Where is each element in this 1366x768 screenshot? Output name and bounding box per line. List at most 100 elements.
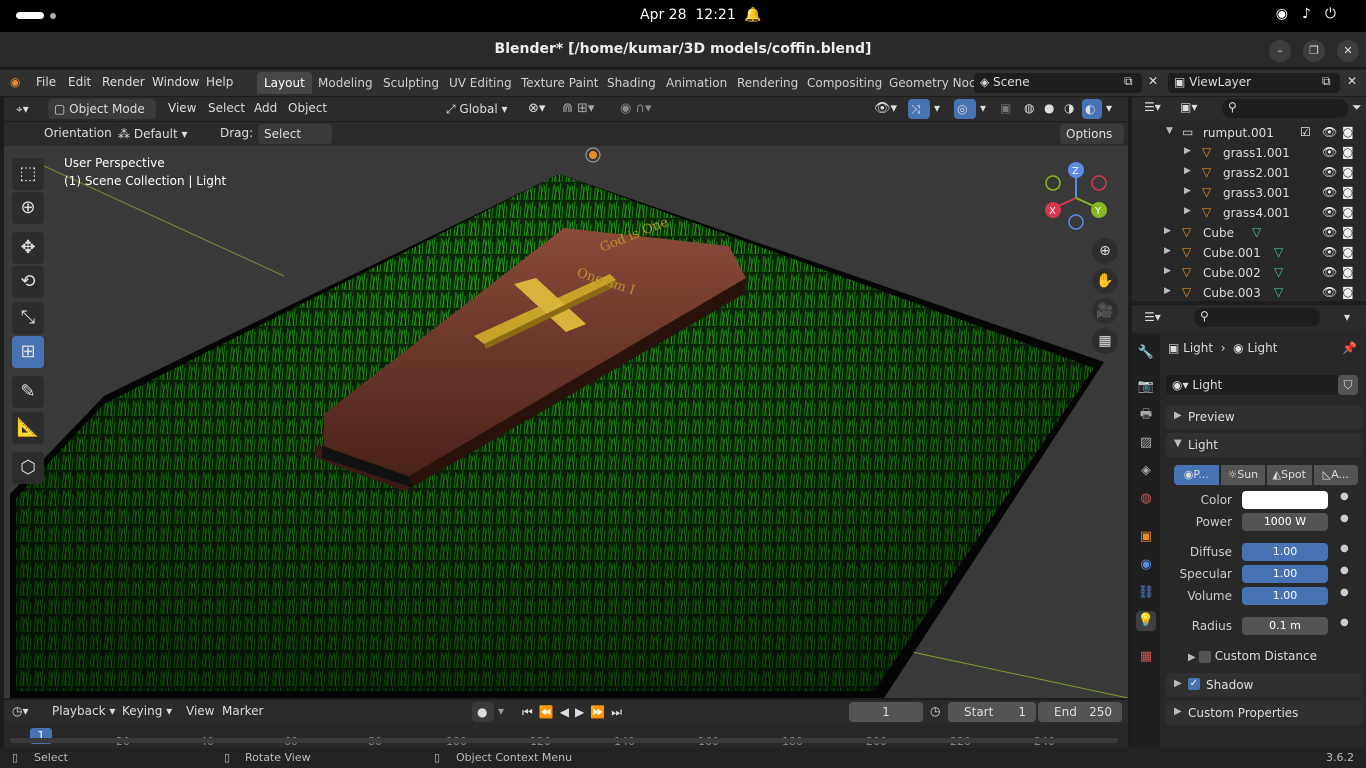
checkbox-icon[interactable]: ☑ [1300,125,1311,139]
outliner-row[interactable]: ▼ ▭ rumput.001 ☑ 👁 ◙ [1132,123,1366,143]
view-layer-tab-icon[interactable]: ▨ [1136,433,1156,453]
specular-field[interactable]: 1.00 [1242,565,1328,583]
menu-add[interactable]: Add [254,101,277,115]
tool-annotate[interactable]: ✎ [12,376,44,408]
remove-scene-icon[interactable]: ✕ [1148,74,1158,88]
menu-window[interactable]: Window [152,75,199,89]
blender-logo-icon[interactable]: ◉ [10,75,20,89]
tab-modeling[interactable]: Modeling [311,72,380,94]
tool-transform[interactable]: ⊞ [12,336,44,368]
eye-icon[interactable]: 👁 [1322,165,1337,179]
gizmo-dropdown-icon[interactable]: ▾ [934,101,940,115]
minimize-button[interactable]: – [1269,40,1291,62]
tool-add-cube[interactable]: ⬡ [12,452,44,484]
fake-user-shield-icon[interactable]: ⛉ [1338,375,1358,395]
tab-geometry-nodes[interactable]: Geometry Noc [882,72,983,94]
view-layer-selector[interactable]: ▣ ViewLayer [1168,73,1340,93]
keyframe-dot-icon[interactable]: ● [1340,565,1349,576]
camera-icon[interactable]: ◙ [1342,285,1354,299]
orientation-dropdown[interactable]: ⁂ Default ▾ [112,124,206,144]
eye-icon[interactable]: 👁 [1322,185,1337,199]
point-light-button[interactable]: ◉P... [1174,465,1219,485]
system-tray[interactable]: ◉♪⏻ [1276,6,1350,22]
tab-layout[interactable]: Layout [257,72,312,94]
menu-select[interactable]: Select [208,101,245,115]
playback-controls[interactable]: ⏮⏪◀▶⏩⏭ [516,702,636,722]
solid-shading-icon[interactable]: ● [1044,101,1054,115]
current-frame-field[interactable]: 1 [849,702,923,722]
tab-shading[interactable]: Shading [600,72,663,94]
menu-edit[interactable]: Edit [68,75,91,89]
auto-keying-icon[interactable]: ● [472,702,494,722]
outliner-row[interactable]: ▶ ▽ Cube.001 ▽ 👁 ◙ [1132,243,1366,263]
visibility-icon[interactable]: 👁▾ [874,101,897,116]
start-frame-field[interactable]: Start 1 [948,702,1036,722]
pan-hand-icon[interactable]: ✋ [1092,268,1118,294]
clock[interactable]: Apr 28 12:21 [640,7,736,23]
outliner-editor-icon[interactable]: ☰▾ [1144,100,1161,114]
tool-move[interactable]: ✥ [12,232,44,264]
menu-render[interactable]: Render [102,75,145,89]
camera-icon[interactable]: ◙ [1342,205,1354,219]
keyframe-dot-icon[interactable]: ● [1340,543,1349,554]
keyframe-dot-icon[interactable]: ● [1340,491,1349,502]
outliner-row[interactable]: ▶ ▽ Cube ▽ 👁 ◙ [1132,223,1366,243]
display-mode-icon[interactable]: ▣▾ [1180,100,1197,114]
snap-icon[interactable]: ⋒ ⊞▾ [562,101,594,116]
camera-icon[interactable]: ◙ [1342,145,1354,159]
properties-editor-icon[interactable]: ☰▾ [1144,310,1161,324]
menu-object[interactable]: Object [288,101,327,115]
navigation-gizmo[interactable]: Z Y X [1038,160,1118,236]
filter-icon[interactable]: ⏷ [1352,100,1362,115]
sun-light-button[interactable]: ☼Sun [1220,465,1265,485]
jump-end-icon[interactable]: ⏭ [611,705,628,719]
next-keyframe-icon[interactable]: ⏩ [590,705,611,719]
wireframe-shading-icon[interactable]: ◍ [1024,101,1034,115]
area-light-button[interactable]: ◺A... [1313,465,1358,485]
tool-select-box[interactable]: ⬚ [12,158,44,190]
radius-field[interactable]: 0.1 m [1242,617,1328,635]
eye-icon[interactable]: 👁 [1322,245,1337,259]
custom-distance-subpanel[interactable]: ▶ Custom Distance [1188,649,1317,663]
tool-cursor[interactable]: ⊕ [12,192,44,224]
editor-type-icon[interactable]: ⌖▾ [10,99,35,119]
custom-distance-checkbox[interactable] [1198,650,1211,663]
camera-icon[interactable]: ◙ [1342,225,1354,239]
eye-icon[interactable]: 👁 [1322,205,1337,219]
new-scene-icon[interactable]: ⧉ [1124,74,1133,89]
outliner-row[interactable]: ▶ ▽ Cube.002 ▽ 👁 ◙ [1132,263,1366,283]
power-field[interactable]: 1000 W [1242,513,1328,531]
camera-icon[interactable]: ◙ [1342,165,1354,179]
menu-keying[interactable]: Keying ▾ [122,704,172,718]
camera-view-icon[interactable]: 🎥 [1092,298,1118,324]
tool-tab-icon[interactable]: 🔧 [1136,343,1156,363]
eye-icon[interactable]: 👁 [1322,265,1337,279]
tool-rotate[interactable]: ⟲ [12,266,44,298]
tab-rendering[interactable]: Rendering [730,72,805,94]
mode-dropdown[interactable]: ▢ Object Mode ▾ [48,99,156,136]
diffuse-field[interactable]: 1.00 [1242,543,1328,561]
output-tab-icon[interactable]: 🖶 [1136,405,1156,425]
scene-selector[interactable]: ◈ Scene [974,73,1142,93]
light-datablock-field[interactable]: ◉▾ Light [1166,375,1338,395]
tab-texture-paint[interactable]: Texture Paint [514,72,605,94]
tab-sculpting[interactable]: Sculpting [376,72,446,94]
xray-icon[interactable]: ▣ [1000,101,1011,115]
perspective-toggle-icon[interactable]: ▦ [1092,328,1118,354]
tool-scale[interactable]: ⤡ [12,302,44,334]
eye-icon[interactable]: 👁 [1322,285,1337,299]
camera-icon[interactable]: ◙ [1342,185,1354,199]
jump-start-icon[interactable]: ⏮ [522,705,539,719]
menu-file[interactable]: File [36,75,56,89]
notification-bell-icon[interactable]: 🔔 [744,7,761,23]
rendered-shading-icon[interactable]: ◐ [1082,99,1102,119]
keyframe-dot-icon[interactable]: ● [1340,617,1349,628]
play-icon[interactable]: ▶ [575,705,590,719]
properties-search-input[interactable]: ⚲ [1194,308,1320,327]
new-view-layer-icon[interactable]: ⧉ [1322,74,1331,89]
zoom-icon[interactable]: ⊕ [1092,238,1118,264]
spot-light-button[interactable]: ◭Spot [1267,465,1312,485]
close-button[interactable]: ✕ [1337,40,1359,62]
pivot-icon[interactable]: ⊗▾ [528,101,545,116]
tab-animation[interactable]: Animation [659,72,734,94]
